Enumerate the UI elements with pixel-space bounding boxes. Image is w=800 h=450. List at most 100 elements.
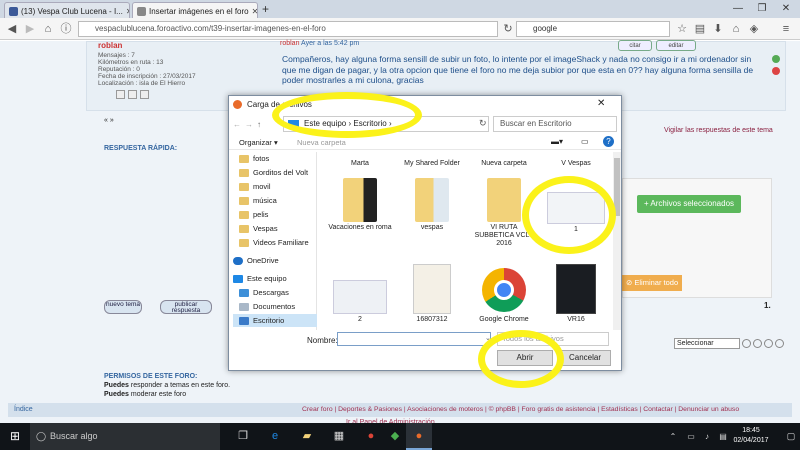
footer-links[interactable]: Crear foro | Deportes & Pasiones | Asoci… — [302, 403, 739, 417]
open-button[interactable]: Abrir — [497, 350, 553, 366]
footer-index-link[interactable]: Índice — [14, 403, 33, 417]
scrollbar-thumb[interactable] — [614, 158, 620, 216]
topic-nav-arrows[interactable]: « » — [104, 117, 114, 124]
file-1[interactable]: 1 — [543, 178, 609, 234]
home-icon[interactable]: ⌂ — [40, 21, 56, 37]
post-reply-button[interactable]: publicar respuesta — [160, 300, 212, 314]
search-bar[interactable]: google — [516, 21, 670, 37]
nav-item-vespas[interactable]: Vespas — [233, 222, 317, 235]
file-nueva-carpeta[interactable]: Nueva carpeta — [471, 160, 537, 168]
window-close-button[interactable]: ✕ — [774, 0, 798, 18]
preview-pane-icon[interactable]: ▭ — [581, 137, 589, 146]
home-icon[interactable]: ⌂ — [728, 21, 744, 37]
up-arrow-icon[interactable]: ↑ — [257, 120, 261, 129]
cancel-button[interactable]: Cancelar — [559, 350, 611, 366]
crumb-este-equipo[interactable]: Este equipo — [304, 119, 346, 128]
file-16807312[interactable]: 16807312 — [399, 264, 465, 324]
organize-menu[interactable]: Organizar ▾ — [239, 138, 278, 147]
file-vi-ruta[interactable]: VI RUTA SUBBETICA VCL - 2016 — [471, 178, 537, 248]
minimize-button[interactable]: — — [726, 0, 750, 18]
split-icon[interactable] — [775, 339, 784, 348]
store-icon[interactable]: ▦ — [326, 423, 352, 450]
new-topic-button[interactable]: nuevo tema — [104, 300, 142, 314]
chevron-down-icon[interactable]: ⌄ — [485, 334, 491, 342]
windows-start-icon[interactable]: ⊞ — [0, 423, 30, 450]
nav-item-movil[interactable]: movil — [233, 180, 317, 193]
file-type-select[interactable]: Todos los archivos — [497, 332, 609, 346]
star-icon[interactable]: ☆ — [674, 21, 690, 37]
edit-button[interactable]: editar — [656, 40, 696, 51]
delete-icon[interactable] — [764, 339, 773, 348]
close-icon[interactable]: ✕ — [252, 7, 257, 16]
file-vacaciones-en-roma[interactable]: Vacaciones en roma — [327, 178, 393, 232]
nav-item-este-equipo[interactable]: Este equipo — [227, 272, 311, 285]
nav-item-fotos[interactable]: fotos — [233, 152, 317, 165]
file-my-shared-folder[interactable]: My Shared Folder — [399, 160, 465, 168]
lock-icon[interactable] — [742, 339, 751, 348]
new-tab-button[interactable]: + — [262, 2, 269, 16]
breadcrumb[interactable]: Este equipo › Escritorio › — [283, 116, 489, 132]
post-header-user[interactable]: roblan — [280, 40, 299, 47]
restore-button[interactable]: ❐ — [750, 0, 774, 18]
file-2[interactable]: 2 — [327, 264, 393, 324]
nav-item-pelis[interactable]: pelis — [233, 208, 317, 221]
back-arrow-icon[interactable]: ◀ — [4, 21, 20, 37]
forward-arrow-icon[interactable]: ▶ — [22, 21, 38, 37]
dialog-search-input[interactable]: Buscar en Escritorio — [493, 116, 617, 132]
firefox-icon[interactable]: ● — [406, 423, 432, 450]
delete-all-button[interactable]: ⊘ Eliminar todo — [622, 275, 682, 291]
nav-item-escritorio[interactable]: Escritorio — [233, 314, 317, 327]
email-icon[interactable] — [140, 90, 149, 99]
tab-insertar-imagenes[interactable]: Insertar imágenes en el foro ✕ — [132, 2, 258, 18]
selected-files-button[interactable]: + Archivos seleccionados — [637, 195, 741, 213]
post-author[interactable]: roblan — [98, 41, 122, 50]
system-clock[interactable]: 18:45 02/04/2017 — [726, 426, 776, 446]
tab-vespa-club[interactable]: (13) Vespa Club Lucena - I... ✕ — [4, 2, 130, 18]
clipboard-icon[interactable]: ▤ — [692, 21, 708, 37]
filename-input[interactable] — [337, 332, 491, 346]
help-icon[interactable]: ? — [603, 136, 614, 147]
file-vr16[interactable]: VR16 — [543, 264, 609, 324]
task-view-icon[interactable]: ❐ — [230, 423, 256, 450]
profile-icon[interactable] — [116, 90, 125, 99]
pocket-icon[interactable]: ◈ — [746, 21, 762, 37]
download-icon[interactable]: ⬇ — [710, 21, 726, 37]
nav-item-videos[interactable]: Videos Familiare — [233, 236, 317, 249]
notifications-icon[interactable]: ▢ — [778, 423, 800, 450]
crumb-escritorio[interactable]: Escritorio — [353, 119, 386, 128]
nav-item-musica[interactable]: música — [233, 194, 317, 207]
watch-topic-link[interactable]: Vigilar las respuestas de este tema — [664, 127, 773, 134]
file-vespas[interactable]: vespas — [399, 178, 465, 232]
nav-item-gorditos[interactable]: Gorditos del Volt — [233, 166, 317, 179]
tab-title: Insertar imágenes en el foro — [149, 7, 249, 16]
chrome-icon[interactable]: ● — [358, 423, 384, 450]
file-google-chrome[interactable]: Google Chrome — [471, 264, 537, 324]
info-icon[interactable]: ⓘ — [58, 21, 74, 37]
reload-icon[interactable]: ↻ — [500, 21, 516, 37]
url-bar[interactable]: vespaclublucena.foroactivo.com/t39-inser… — [78, 21, 498, 37]
file-explorer-icon[interactable]: ▰ — [294, 423, 320, 450]
page-number[interactable]: 1. — [764, 301, 771, 310]
nav-item-descargas[interactable]: Descargas — [233, 286, 317, 299]
refresh-icon[interactable]: ↻ — [479, 118, 487, 129]
menu-icon[interactable]: ≡ — [778, 21, 794, 37]
back-arrow-icon[interactable]: ← — [233, 120, 241, 129]
pm-icon[interactable] — [128, 90, 137, 99]
nav-item-documentos[interactable]: Documentos — [233, 300, 317, 313]
thumbs-down-icon[interactable] — [772, 67, 780, 75]
edge-icon[interactable]: e — [262, 423, 288, 450]
dialog-close-icon[interactable]: ✕ — [597, 98, 605, 109]
new-folder-button[interactable]: Nueva carpeta — [297, 138, 346, 147]
action-select[interactable]: Seleccionar — [674, 338, 740, 349]
move-icon[interactable] — [753, 339, 762, 348]
file-marta[interactable]: Marta — [327, 160, 393, 168]
file-v-vespas[interactable]: V Vespas — [543, 160, 609, 168]
quote-button[interactable]: citar — [618, 40, 652, 51]
close-icon[interactable]: ✕ — [126, 7, 129, 16]
nav-item-onedrive[interactable]: OneDrive — [227, 254, 311, 267]
thumbs-up-icon[interactable] — [772, 55, 780, 63]
view-icon[interactable]: ▬▾ — [551, 137, 563, 146]
forward-arrow-icon[interactable]: → — [245, 120, 253, 129]
app-icon[interactable]: ◆ — [382, 423, 408, 450]
taskbar-search[interactable]: ◯ Buscar algo — [30, 423, 220, 450]
